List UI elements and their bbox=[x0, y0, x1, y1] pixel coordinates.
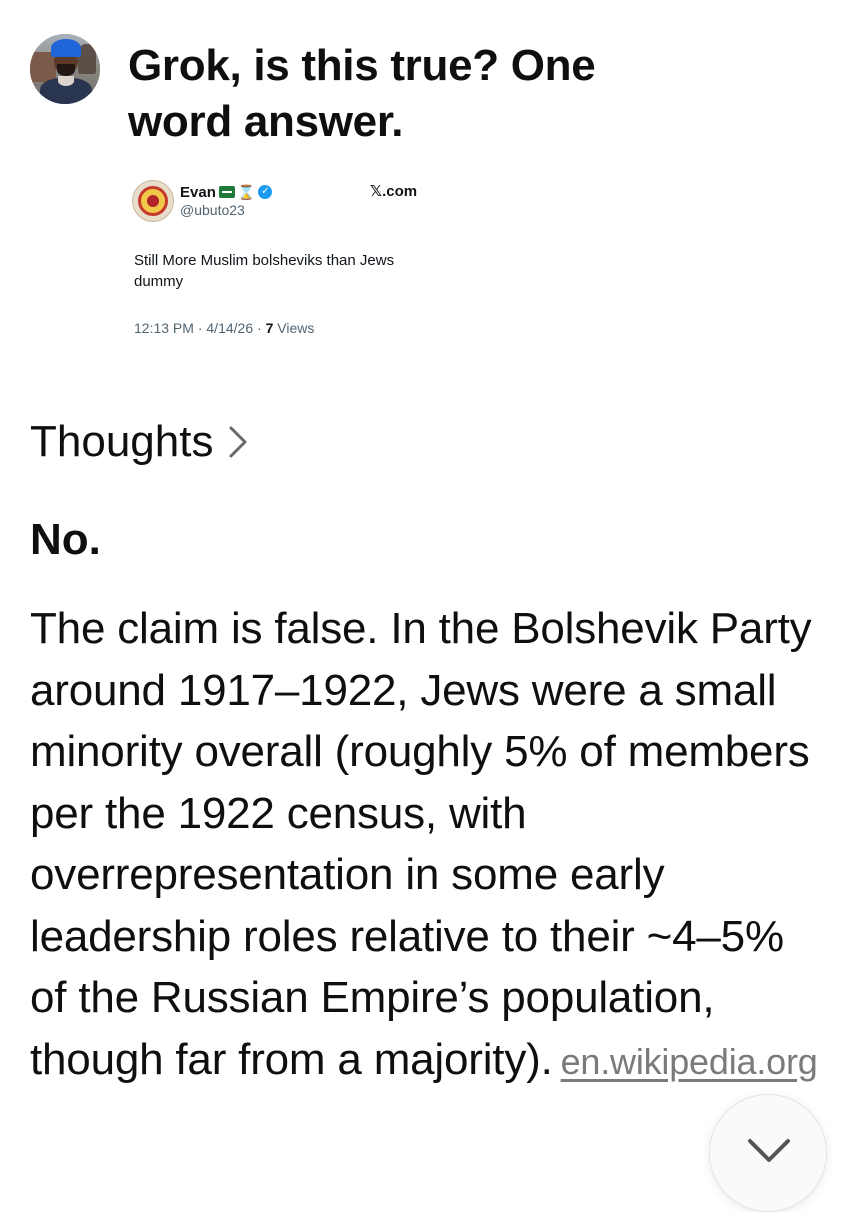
answer-text: The claim is false. In the Bolshevik Par… bbox=[30, 604, 812, 1084]
verified-badge-icon: ✓ bbox=[258, 185, 273, 199]
quoted-post-time: 12:13 PM bbox=[134, 320, 194, 336]
scroll-down-button[interactable] bbox=[709, 1094, 827, 1212]
answer-body: The claim is false. In the Bolshevik Par… bbox=[30, 598, 830, 1092]
quoted-post-author-name: Evan bbox=[180, 183, 216, 201]
quoted-post-image[interactable]: Evan ⌛ ✓ @ubuto23 𝕏.com Still More Musli… bbox=[132, 180, 452, 350]
meta-separator: · bbox=[257, 320, 266, 336]
chevron-right-icon bbox=[229, 426, 247, 458]
source-link[interactable]: en.wikipedia.org bbox=[561, 1041, 818, 1082]
quoted-post-text: Still More Muslim bolsheviks than Jews d… bbox=[134, 252, 395, 290]
quoted-post-views-label: Views bbox=[277, 320, 315, 336]
quoted-post-avatar bbox=[132, 180, 174, 222]
user-avatar[interactable] bbox=[30, 34, 100, 104]
quoted-post-name-row: Evan ⌛ ✓ bbox=[180, 182, 273, 202]
flag-emoji-icon bbox=[218, 186, 235, 198]
thoughts-toggle[interactable]: Thoughts bbox=[30, 414, 249, 470]
quoted-post-meta: 12:13 PM · 4/14/26 · 7 Views bbox=[134, 320, 314, 336]
short-answer: No. bbox=[30, 515, 101, 564]
thoughts-label: Thoughts bbox=[30, 417, 214, 466]
user-message: Grok, is this true? One word answer. bbox=[128, 41, 596, 146]
hourglass-icon: ⌛ bbox=[237, 183, 256, 200]
quoted-post-handle: @ubuto23 bbox=[180, 202, 245, 218]
quoted-post-views-count: 7 bbox=[265, 320, 274, 336]
chevron-down-icon bbox=[748, 1139, 790, 1162]
quoted-post-source: 𝕏.com bbox=[370, 183, 418, 200]
quoted-post-date: 4/14/26 bbox=[206, 320, 254, 336]
